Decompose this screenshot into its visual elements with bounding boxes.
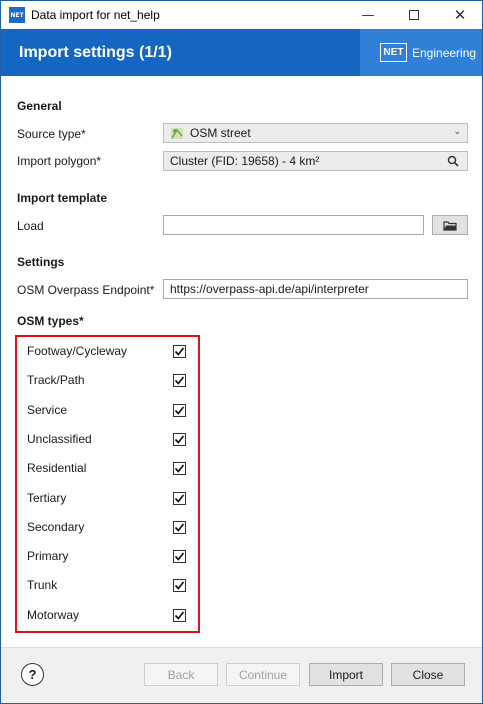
- endpoint-label: OSM Overpass Endpoint*: [17, 283, 155, 297]
- app-icon: NET: [9, 7, 25, 23]
- import-polygon-label: Import polygon*: [17, 154, 102, 168]
- maximize-icon: [409, 10, 419, 20]
- osm-type-checkbox[interactable]: [173, 462, 186, 475]
- close-button[interactable]: Close: [391, 663, 465, 686]
- brand-panel: NET Engineering: [360, 29, 482, 76]
- osm-type-label: Motorway: [27, 608, 80, 622]
- browse-folder-button[interactable]: [432, 215, 468, 235]
- checkmark-icon: [174, 611, 185, 620]
- import-dialog-window: NET Data import for net_help — ✕ Import …: [0, 0, 483, 704]
- osm-type-checkbox[interactable]: [173, 550, 186, 563]
- folder-icon: [443, 220, 457, 231]
- section-osm-types-heading: OSM types*: [17, 314, 84, 328]
- checkmark-icon: [174, 435, 185, 444]
- page-title: Import settings (1/1): [19, 44, 172, 61]
- osm-type-checkbox[interactable]: [173, 521, 186, 534]
- osm-type-checkbox[interactable]: [173, 609, 186, 622]
- osm-type-label: Track/Path: [27, 373, 85, 387]
- brand-logo: NET: [380, 43, 407, 62]
- endpoint-input[interactable]: https://overpass-api.de/api/interpreter: [163, 279, 468, 299]
- section-import-template-heading: Import template: [17, 191, 108, 205]
- window-title: Data import for net_help: [31, 8, 160, 22]
- osm-type-label: Tertiary: [27, 491, 67, 505]
- checkmark-icon: [174, 406, 185, 415]
- osm-street-icon: [171, 128, 183, 139]
- minimize-button[interactable]: —: [345, 1, 391, 29]
- checkmark-icon: [174, 523, 185, 532]
- osm-type-checkbox[interactable]: [173, 345, 186, 358]
- osm-type-label: Secondary: [27, 520, 85, 534]
- osm-type-checkbox[interactable]: [173, 404, 186, 417]
- title-bar[interactable]: NET Data import for net_help — ✕: [1, 1, 482, 29]
- osm-type-label: Trunk: [27, 578, 58, 592]
- checkmark-icon: [174, 376, 185, 385]
- load-label: Load: [17, 219, 44, 233]
- continue-button[interactable]: Continue: [226, 663, 300, 686]
- checkmark-icon: [174, 347, 185, 356]
- import-polygon-field[interactable]: Cluster (FID: 19658) - 4 km²: [163, 151, 468, 171]
- brand-text: Engineering: [412, 45, 477, 60]
- osm-type-label: Footway/Cycleway: [27, 344, 128, 358]
- osm-type-label: Residential: [27, 461, 87, 475]
- search-icon[interactable]: [447, 155, 459, 167]
- close-window-button[interactable]: ✕: [437, 1, 483, 29]
- checkmark-icon: [174, 464, 185, 473]
- header-banner: Import settings (1/1) NET Engineering: [1, 29, 482, 76]
- osm-type-label: Primary: [27, 549, 69, 563]
- checkmark-icon: [174, 494, 185, 503]
- osm-type-label: Service: [27, 403, 68, 417]
- checkmark-icon: [174, 552, 185, 561]
- osm-type-checkbox[interactable]: [173, 374, 186, 387]
- load-template-input[interactable]: [163, 215, 424, 235]
- source-type-value: OSM street: [190, 126, 251, 140]
- osm-type-checkbox[interactable]: [173, 433, 186, 446]
- import-button[interactable]: Import: [309, 663, 383, 686]
- checkmark-icon: [174, 581, 185, 590]
- chevron-down-icon: ⌄: [453, 127, 461, 137]
- footer-bar: ? Back Continue Import Close: [1, 647, 482, 703]
- section-general-heading: General: [17, 99, 62, 113]
- back-button[interactable]: Back: [144, 663, 218, 686]
- osm-type-checkbox[interactable]: [173, 579, 186, 592]
- osm-type-label: Unclassified: [27, 432, 92, 446]
- help-button[interactable]: ?: [21, 663, 44, 686]
- source-type-combobox[interactable]: OSM street ⌄: [163, 123, 468, 143]
- section-settings-heading: Settings: [17, 255, 65, 269]
- maximize-button[interactable]: [391, 1, 437, 29]
- osm-type-checkbox[interactable]: [173, 492, 186, 505]
- source-type-label: Source type*: [17, 127, 86, 141]
- import-polygon-value: Cluster (FID: 19658) - 4 km²: [170, 154, 320, 168]
